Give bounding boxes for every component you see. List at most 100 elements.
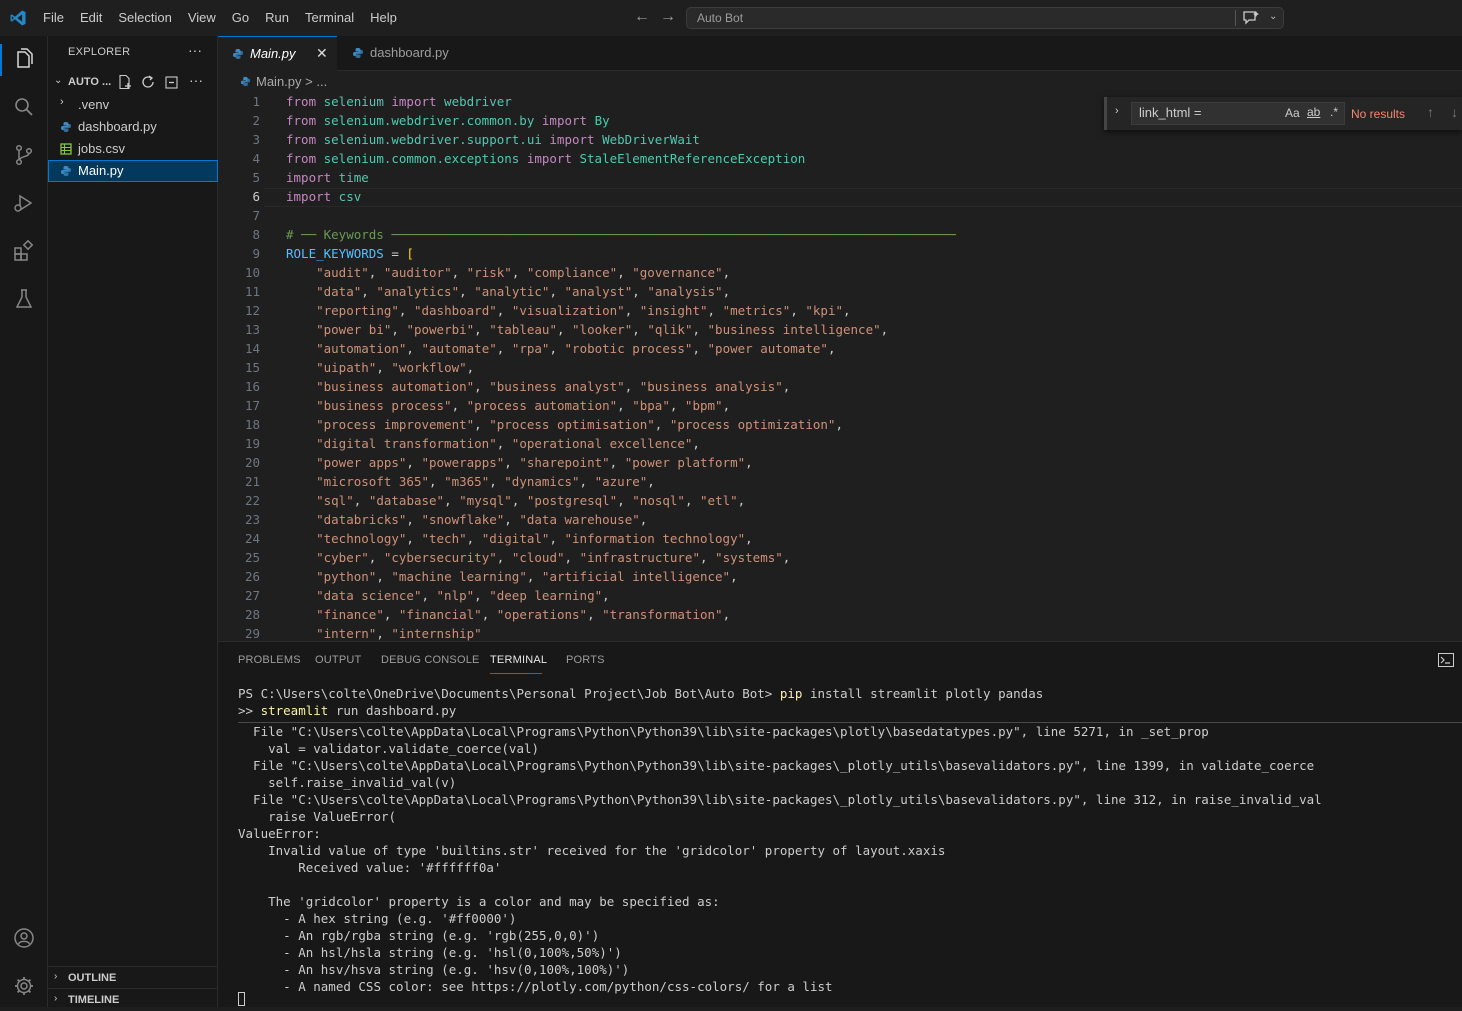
- code-string: "sql": [316, 493, 354, 508]
- code-token: selenium.webdriver.support.ui: [316, 132, 550, 147]
- code-comma: ,: [383, 607, 399, 622]
- timeline-section[interactable]: › TIMELINE: [48, 988, 218, 1011]
- match-case-button[interactable]: Aa: [1285, 106, 1300, 120]
- tab-debug-console[interactable]: DEBUG CONSOLE: [381, 654, 480, 666]
- menu-go[interactable]: Go: [224, 0, 257, 36]
- terminal-icon[interactable]: [1438, 653, 1454, 667]
- code-comma: ,: [639, 512, 648, 527]
- collapse-all-icon[interactable]: [164, 74, 180, 90]
- menu-help[interactable]: Help: [362, 0, 405, 36]
- tab-problems[interactable]: PROBLEMS: [238, 654, 301, 666]
- menu-view[interactable]: View: [180, 0, 224, 36]
- folder-more-icon[interactable]: ···: [189, 72, 205, 88]
- terminal-line: - An hsl/hsla string (e.g. 'hsl(0,100%,5…: [238, 945, 622, 960]
- code-string: "automation": [316, 341, 407, 356]
- search-icon[interactable]: [12, 95, 36, 119]
- back-arrow-icon[interactable]: ←: [634, 8, 650, 26]
- code-text: "intern", "internship": [286, 626, 482, 641]
- close-icon[interactable]: ✕: [316, 45, 328, 62]
- code-comma: ,: [398, 303, 414, 318]
- explorer-files-icon[interactable]: [12, 47, 36, 71]
- code-string: "process automation": [466, 398, 618, 413]
- line-number: 21: [244, 474, 260, 489]
- csv-file-icon: [60, 143, 72, 155]
- line-number: 17: [244, 398, 260, 413]
- code-line: 10 "audit", "auditor", "risk", "complian…: [218, 264, 1462, 283]
- source-control-icon[interactable]: [12, 143, 36, 167]
- account-icon[interactable]: [12, 926, 36, 950]
- code-comma: ,: [827, 341, 836, 356]
- arrow-down-icon[interactable]: ↓: [1451, 104, 1458, 120]
- tab-ports[interactable]: PORTS: [566, 654, 605, 666]
- tree-item-venv[interactable]: › .venv: [48, 94, 218, 116]
- line-number: 6: [252, 189, 260, 204]
- regex-button[interactable]: .*: [1330, 105, 1338, 119]
- code-string: "analytic": [474, 284, 550, 299]
- workspace-folder[interactable]: ⌄ AUTO ... ···: [48, 72, 218, 94]
- new-file-icon[interactable]: [117, 74, 133, 90]
- breadcrumb: Main.py > ...: [218, 71, 1462, 93]
- tab-output[interactable]: OUTPUT: [315, 654, 361, 666]
- line-number: 20: [244, 455, 260, 470]
- outline-section[interactable]: › OUTLINE: [48, 966, 218, 989]
- chevron-down-icon[interactable]: ⌄: [1269, 11, 1277, 22]
- code-string: "uipath": [316, 360, 377, 375]
- menu-selection[interactable]: Selection: [110, 0, 179, 36]
- code-comma: ,: [451, 265, 467, 280]
- chevron-right-icon: ›: [54, 971, 58, 982]
- code-token: import: [286, 170, 332, 185]
- tab-terminal[interactable]: TERMINAL: [490, 654, 547, 666]
- code-line: 3 from selenium.webdriver.support.ui imp…: [218, 131, 1462, 150]
- breadcrumb-rest[interactable]: > ...: [305, 74, 327, 89]
- testing-flask-icon[interactable]: [12, 287, 36, 311]
- whole-word-button[interactable]: ab: [1307, 105, 1320, 119]
- tree-item-dashboard-py[interactable]: dashboard.py: [48, 116, 218, 138]
- code-string: "cybersecurity": [383, 550, 497, 565]
- code-string: "data warehouse": [519, 512, 640, 527]
- code-string: "kpi": [805, 303, 844, 318]
- chat-icon[interactable]: [1242, 10, 1260, 26]
- code-string: "auditor": [383, 265, 452, 280]
- code-string: "metrics": [722, 303, 791, 318]
- code-string: "power platform": [624, 455, 746, 470]
- command-center[interactable]: Auto Bot ⌄: [686, 7, 1284, 29]
- menu-run[interactable]: Run: [257, 0, 297, 36]
- tab-main-py[interactable]: Main.py ✕: [218, 36, 337, 71]
- tree-item-jobs-csv[interactable]: jobs.csv: [48, 138, 218, 160]
- more-actions-icon[interactable]: ···: [188, 42, 202, 58]
- settings-gear-icon[interactable]: [12, 974, 36, 998]
- code-string: "analysis": [647, 284, 723, 299]
- code-line: 14 "automation", "automate", "rpa", "rob…: [218, 340, 1462, 359]
- code-editor[interactable]: 1 from selenium import webdriver 2 from …: [218, 93, 1462, 641]
- code-comma: ,: [444, 493, 460, 508]
- menu-file[interactable]: File: [35, 0, 72, 36]
- code-comma: ,: [466, 360, 475, 375]
- menu-edit[interactable]: Edit: [72, 0, 110, 36]
- code-comma: ,: [376, 626, 392, 641]
- code-comma: ,: [692, 436, 700, 451]
- code-string: "etl": [700, 493, 738, 508]
- run-debug-icon[interactable]: [12, 191, 36, 215]
- refresh-icon[interactable]: [140, 74, 156, 90]
- line-number: 11: [244, 284, 260, 299]
- tab-dashboard-py[interactable]: dashboard.py: [338, 36, 476, 71]
- terminal-output[interactable]: PS C:\Users\colte\OneDrive\Documents\Per…: [218, 686, 1462, 1008]
- code-string: "finance": [316, 607, 384, 622]
- forward-arrow-icon[interactable]: →: [660, 8, 676, 26]
- breadcrumb-file[interactable]: Main.py: [256, 74, 302, 89]
- code-comma: ,: [489, 474, 505, 489]
- activity-bar: [0, 36, 48, 1007]
- menu-terminal[interactable]: Terminal: [297, 0, 362, 36]
- arrow-up-icon[interactable]: ↑: [1427, 104, 1434, 120]
- code-string: "dashboard": [413, 303, 497, 318]
- vscode-logo-icon[interactable]: [9, 9, 27, 27]
- tree-item-main-py[interactable]: Main.py: [48, 160, 218, 182]
- code-token: import: [526, 151, 572, 166]
- extensions-icon[interactable]: [12, 239, 36, 263]
- code-comma: ,: [782, 550, 791, 565]
- code-string: "systems": [715, 550, 783, 565]
- code-token: webdriver: [436, 94, 512, 109]
- toggle-replace-chevron-icon[interactable]: ›: [1115, 105, 1119, 117]
